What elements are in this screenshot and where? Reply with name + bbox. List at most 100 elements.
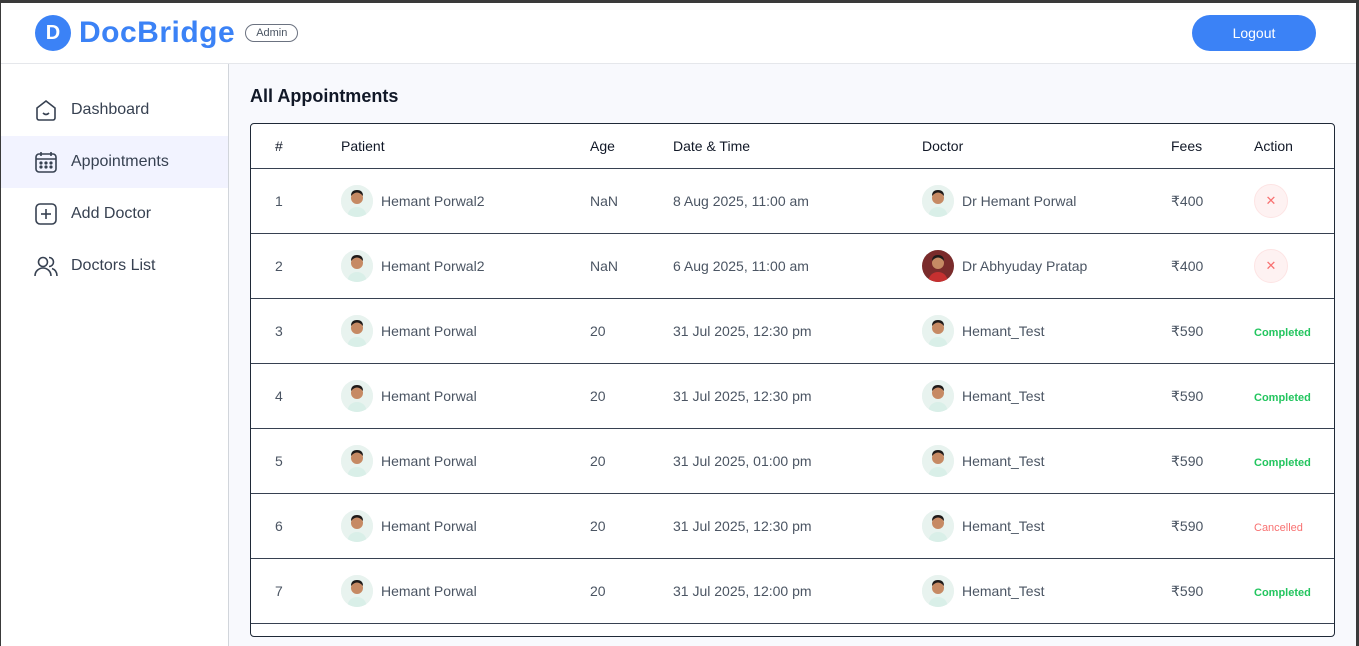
appointment-fees: ₹590 [1171,517,1204,534]
page-title: All Appointments [250,86,399,106]
action-cell: ✕ [1254,249,1334,283]
doctor-cell: Hemant_Test [922,315,1171,347]
patient-age: 20 [590,583,606,599]
doctor-cell: Dr Abhyuday Pratap [922,250,1171,282]
sidebar-item-dashboard[interactable]: Dashboard [1,84,228,136]
sidebar-item-doctors-list[interactable]: Doctors List [1,240,228,292]
row-number: 5 [275,453,283,469]
table-header-row: # Patient Age Date & Time Doctor Fees Ac… [251,124,1334,169]
appointment-fees: ₹400 [1171,192,1204,209]
sidebar: Dashboard Appointments Add Doctor Doctor… [1,64,229,646]
appointment-fees: ₹400 [1171,257,1204,274]
home-icon [36,99,56,121]
doctor-name: Hemant_Test [962,583,1045,599]
action-cell: Cancelled [1254,518,1334,534]
table-row: 7 Hemant Porwal 20 31 Jul 2025, 12:00 pm Hem… [251,559,1334,624]
cancel-appointment-button[interactable]: ✕ [1254,249,1288,283]
action-cell: ✕ [1254,184,1334,218]
action-cell: Completed [1254,583,1334,599]
column-header: Fees [1171,138,1203,154]
row-number: 2 [275,258,283,274]
cancel-appointment-button[interactable]: ✕ [1254,184,1288,218]
appointment-fees: ₹590 [1171,452,1204,469]
patient-age: NaN [590,258,619,274]
patient-name: Hemant Porwal [381,518,477,534]
doctor-avatar [922,575,954,607]
sidebar-item-add-doctor[interactable]: Add Doctor [1,188,228,240]
appointments-table: # Patient Age Date & Time Doctor Fees Ac… [250,123,1335,637]
patient-avatar [341,510,373,542]
appointment-datetime: 31 Jul 2025, 01:00 pm [673,453,812,469]
row-number: 3 [275,323,283,339]
action-cell: Completed [1254,388,1334,404]
patient-avatar [341,575,373,607]
brand-name: DocBridge [79,16,236,49]
doctor-avatar [922,380,954,412]
column-header: Date & Time [673,138,751,154]
patient-cell: Hemant Porwal [341,575,590,607]
doctor-avatar [922,250,954,282]
table-row: 1 Hemant Porwal2 NaN 8 Aug 2025, 11:00 am Dr… [251,169,1334,234]
status-completed: Completed [1254,327,1311,339]
doctor-name: Dr Abhyuday Pratap [962,258,1088,274]
patient-name: Hemant Porwal [381,583,477,599]
table-row: 2 Hemant Porwal2 NaN 6 Aug 2025, 11:00 am Dr… [251,234,1334,299]
doctor-name: Dr Hemant Porwal [962,193,1077,209]
sidebar-item-label: Dashboard [71,101,150,118]
doctor-avatar [922,185,954,217]
calendar-icon [35,152,57,173]
patient-cell: Hemant Porwal2 [341,185,590,217]
column-header: Action [1254,138,1293,154]
patient-age: 20 [590,323,606,339]
main-content: All Appointments # Patient Age Date & Ti… [229,64,1356,646]
appointment-datetime: 6 Aug 2025, 11:00 am [673,258,809,274]
row-number: 1 [275,193,283,209]
status-completed: Completed [1254,392,1311,404]
sidebar-item-label: Appointments [71,153,169,170]
patient-avatar [341,380,373,412]
top-header: D DocBridge Admin Logout [1,3,1356,64]
table-row: 6 Hemant Porwal 20 31 Jul 2025, 12:30 pm Hem… [251,494,1334,559]
patient-name: Hemant Porwal [381,388,477,404]
patient-name: Hemant Porwal2 [381,193,485,209]
patient-name: Hemant Porwal2 [381,258,485,274]
patient-name: Hemant Porwal [381,323,477,339]
doctor-name: Hemant_Test [962,388,1045,404]
status-cancelled: Cancelled [1254,522,1303,534]
doctor-avatar [922,445,954,477]
doctor-cell: Hemant_Test [922,510,1171,542]
people-icon [34,256,58,277]
appointment-datetime: 31 Jul 2025, 12:30 pm [673,388,812,404]
sidebar-item-appointments[interactable]: Appointments [1,136,228,188]
action-cell: Completed [1254,453,1334,469]
logout-button[interactable]: Logout [1192,15,1316,51]
role-badge: Admin [245,24,299,42]
row-number: 7 [275,583,283,599]
sidebar-item-label: Doctors List [71,257,156,274]
doctor-name: Hemant_Test [962,323,1045,339]
appointment-fees: ₹590 [1171,322,1204,339]
row-number: 4 [275,388,283,404]
status-completed: Completed [1254,457,1311,469]
patient-name: Hemant Porwal [381,453,477,469]
appointment-datetime: 31 Jul 2025, 12:00 pm [673,583,812,599]
patient-avatar [341,315,373,347]
patient-cell: Hemant Porwal2 [341,250,590,282]
patient-age: 20 [590,453,606,469]
table-row: 5 Hemant Porwal 20 31 Jul 2025, 01:00 pm Hem… [251,429,1334,494]
appointment-datetime: 31 Jul 2025, 12:30 pm [673,323,812,339]
patient-cell: Hemant Porwal [341,510,590,542]
patient-age: NaN [590,193,619,209]
action-cell: Completed [1254,323,1334,339]
appointment-fees: ₹590 [1171,387,1204,404]
row-number: 6 [275,518,283,534]
sidebar-item-label: Add Doctor [71,205,152,222]
column-header: Patient [341,138,385,154]
patient-avatar [341,445,373,477]
app-window: D DocBridge Admin Logout Dashboard Appoi… [0,0,1359,646]
doctor-avatar [922,315,954,347]
doctor-name: Hemant_Test [962,453,1045,469]
patient-avatar [341,185,373,217]
patient-cell: Hemant Porwal [341,380,590,412]
appointment-datetime: 8 Aug 2025, 11:00 am [673,193,809,209]
